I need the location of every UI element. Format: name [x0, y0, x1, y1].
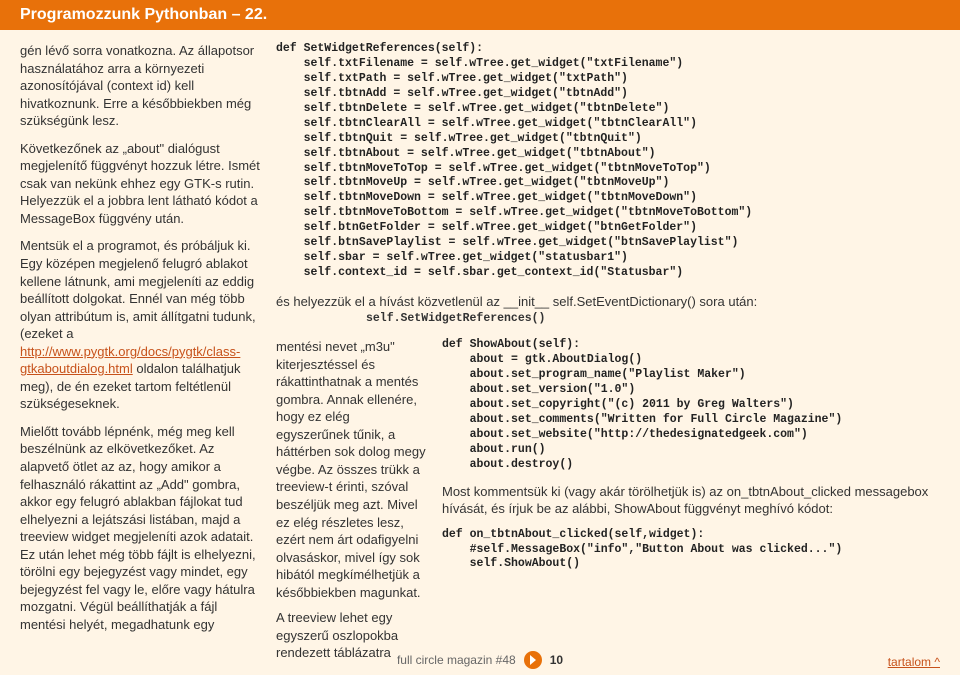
- paragraph: Mielőtt tovább lépnénk, még meg kell bes…: [20, 423, 260, 634]
- paragraph: mentési nevet „m3u" kiterjesztéssel és r…: [276, 338, 426, 601]
- paragraph: gén lévő sorra vonatkozna. Az állapotsor…: [20, 42, 260, 130]
- after-code1: és helyezzük el a hívást közvetlenül az …: [276, 293, 940, 326]
- page-number: 10: [550, 653, 563, 667]
- paragraph: Következőnek az „about" dialógust megjel…: [20, 140, 260, 228]
- footer: full circle magazin #48 10: [0, 651, 960, 669]
- toc-link[interactable]: tartalom ^: [888, 655, 940, 669]
- code-on-about-clicked: def on_tbtnAbout_clicked(self,widget): #…: [442, 528, 940, 573]
- text: és helyezzük el a hívást közvetlenül az …: [276, 294, 757, 309]
- middle-column: mentési nevet „m3u" kiterjesztéssel és r…: [276, 338, 426, 670]
- lower-row: mentési nevet „m3u" kiterjesztéssel és r…: [276, 338, 940, 670]
- header-spacer: .: [936, 6, 940, 24]
- magazine-label: full circle magazin #48: [397, 653, 516, 667]
- code-set-widget-refs: def SetWidgetReferences(self): self.txtF…: [276, 42, 940, 281]
- paragraph: Mentsük el a programot, és próbáljuk ki.…: [20, 237, 260, 412]
- page-header: Programozzunk Pythonban – 22. .: [0, 0, 960, 30]
- paragraph: Most kommentsük ki (vagy akár törölhetjü…: [442, 483, 940, 518]
- left-column: gén lévő sorra vonatkozna. Az állapotsor…: [20, 42, 260, 670]
- main-content: gén lévő sorra vonatkozna. Az állapotsor…: [0, 30, 960, 670]
- toc-link-wrap: tartalom ^: [888, 655, 940, 669]
- right-column: def ShowAbout(self): about = gtk.AboutDi…: [442, 338, 940, 670]
- right-area: def SetWidgetReferences(self): self.txtF…: [276, 42, 940, 670]
- footer-circle-icon: [524, 651, 542, 669]
- code-show-about: def ShowAbout(self): about = gtk.AboutDi…: [442, 338, 940, 472]
- article-title: Programozzunk Pythonban – 22.: [20, 6, 267, 24]
- text: Mentsük el a programot, és próbáljuk ki.…: [20, 238, 256, 341]
- code-call-setwidget: self.SetWidgetReferences(): [276, 311, 940, 327]
